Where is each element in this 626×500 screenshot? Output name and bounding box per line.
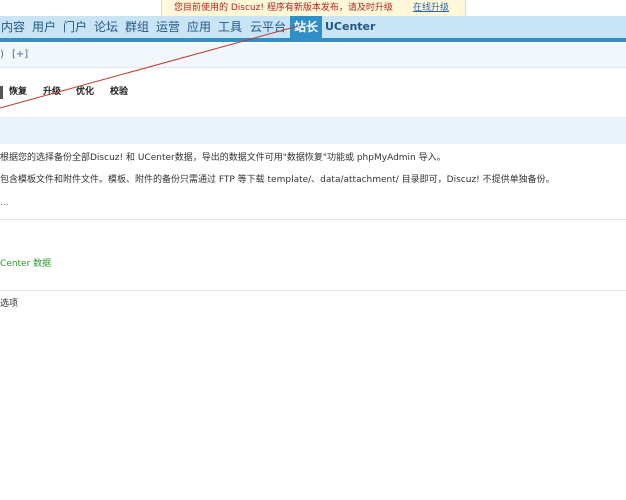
annotation-arrow <box>0 25 299 109</box>
